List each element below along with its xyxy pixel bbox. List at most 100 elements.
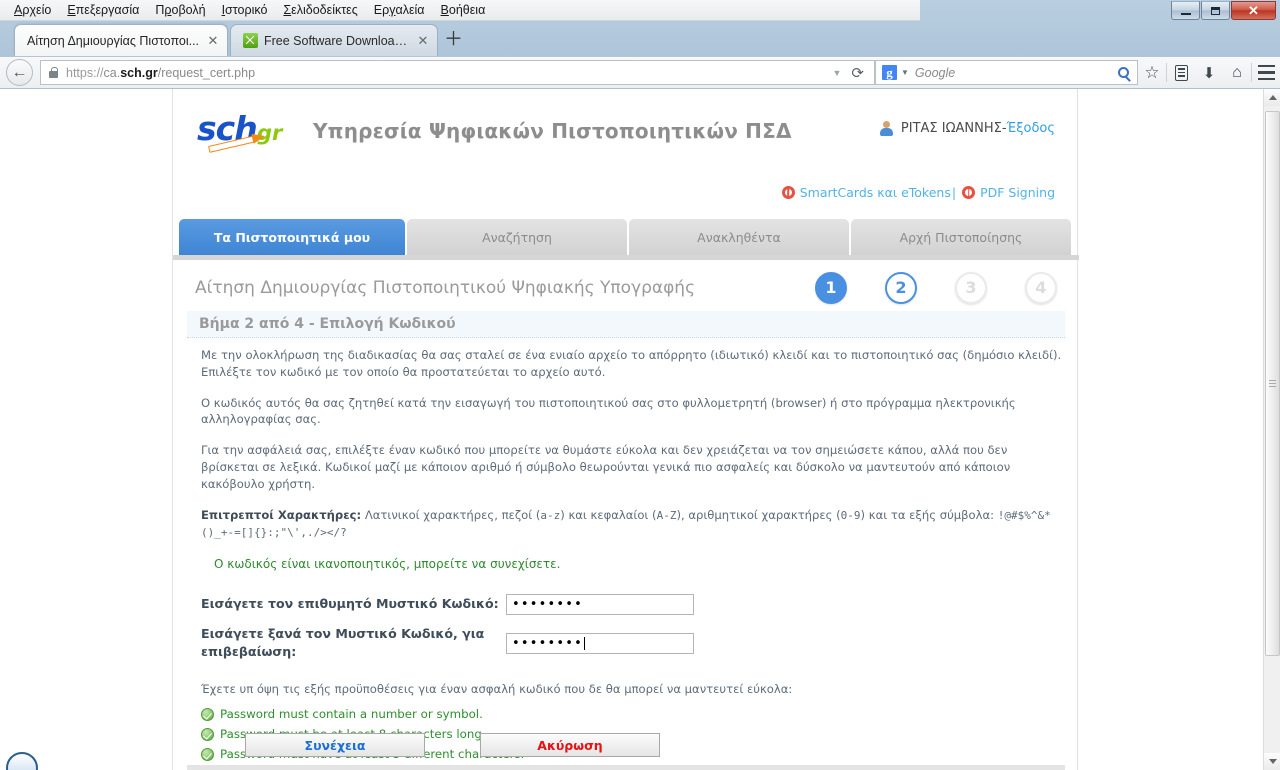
tab-label: Ανακληθέντα xyxy=(697,229,781,245)
chevron-down-icon[interactable]: ▼ xyxy=(901,68,909,77)
menu-item-file[interactable]: Αρχείο xyxy=(6,1,59,19)
tab-label: Αναζήτηση xyxy=(482,229,552,245)
address-bar[interactable]: https://ca.sch.gr/request_cert.php ▼ ⟳ xyxy=(40,60,875,85)
tab-search[interactable]: Αναζήτηση xyxy=(406,219,627,255)
password-row: Εισάγετε τον επιθυμητό Μυστικό Κωδικό: •… xyxy=(201,593,1063,615)
avatar xyxy=(879,121,894,136)
tab-close-icon[interactable]: ✕ xyxy=(415,33,431,49)
menu-item-help[interactable]: Βοήθεια xyxy=(433,1,494,19)
menu-item-tools[interactable]: Εργαλεία xyxy=(366,1,433,19)
search-icon[interactable] xyxy=(1118,67,1129,78)
browser-tab-active[interactable]: Αίτηση Δημιουργίας Πιστοποι... ✕ xyxy=(14,24,228,56)
window-controls: ✕ xyxy=(1170,1,1276,21)
back-button[interactable]: ← xyxy=(6,59,33,86)
footer-bar xyxy=(187,765,1065,770)
tab-strip: Αίτηση Δημιουργίας Πιστοποι... ✕ Free So… xyxy=(0,21,1280,56)
home-icon: ⌂ xyxy=(1232,63,1242,81)
triangle-up-icon xyxy=(1268,95,1277,100)
step-number: 1 xyxy=(825,278,837,297)
continue-button[interactable]: Συνέχεια xyxy=(245,733,425,757)
password-confirm-row: Εισάγετε ξανά τον Μυστικό Κωδικό, για επ… xyxy=(201,625,1063,662)
minimize-icon xyxy=(1180,12,1191,15)
grip-icon xyxy=(1269,378,1276,389)
step-1[interactable]: 1 xyxy=(815,271,847,304)
allowed-range-lower: a-z xyxy=(540,508,561,522)
section-tabs: Τα Πιστοποιητικά μου Αναζήτηση Ανακληθέν… xyxy=(179,219,1073,255)
check-circle-icon xyxy=(201,708,214,722)
step-number: 4 xyxy=(1035,278,1047,297)
password-label: Εισάγετε τον επιθυμητό Μυστικό Κωδικό: xyxy=(201,596,499,612)
text-caret xyxy=(583,636,585,650)
smartcards-link[interactable]: SmartCards και eTokens xyxy=(800,185,951,200)
password-confirm-input[interactable]: •••••••• xyxy=(506,632,694,654)
step-4[interactable]: 4 xyxy=(1025,271,1057,304)
menu-button[interactable] xyxy=(1252,59,1280,87)
scroll-down-button[interactable] xyxy=(1264,753,1280,770)
logout-link[interactable]: Έξοδος xyxy=(1007,121,1055,136)
maximize-icon xyxy=(1211,6,1220,15)
browser-window: Αρχείο Επεξεργασία Προβολή Ιστορικό Σελι… xyxy=(0,0,1280,770)
scroll-up-button[interactable] xyxy=(1264,89,1280,106)
downloads-button[interactable]: ⬇ xyxy=(1195,59,1223,87)
user-name: ΡΙΤΑΣ ΙΩΑΝΝΗΣ xyxy=(900,121,1002,136)
paragraph-usage: Ο κωδικός αυτός θα σας ζητηθεί κατά την … xyxy=(201,395,1016,427)
browser-tab-title: Free Software Downloads a... xyxy=(264,33,411,48)
browser-tab-title: Αίτηση Δημιουργίας Πιστοποι... xyxy=(27,33,200,48)
navigation-toolbar: ← https://ca.sch.gr/request_cert.php ▼ ⟳… xyxy=(0,56,1280,89)
tab-revoked[interactable]: Ανακληθέντα xyxy=(628,219,849,255)
tab-label: Αρχή Πιστοποίησης xyxy=(899,229,1023,245)
allowed-text: ), αριθμητικοί χαρακτήρες ( xyxy=(676,507,841,522)
url-text: https://ca.sch.gr/request_cert.php xyxy=(66,65,256,80)
password-value: •••••••• xyxy=(512,596,583,612)
paragraph-intro: Με την ολοκλήρωση της διαδικασίας θα σας… xyxy=(201,348,1062,379)
step-3[interactable]: 3 xyxy=(955,271,987,304)
bookmark-star-button[interactable]: ☆ xyxy=(1138,59,1166,87)
step-2[interactable]: 2 xyxy=(885,271,917,304)
menu-item-edit[interactable]: Επεξεργασία xyxy=(59,1,147,19)
browser-tab-inactive[interactable]: Free Software Downloads a... ✕ xyxy=(230,24,438,56)
step-indicator: 1 2 3 4 xyxy=(777,271,1057,304)
page-scrollbar[interactable] xyxy=(1263,89,1280,770)
minimize-button[interactable] xyxy=(1171,1,1200,20)
menu-item-view[interactable]: Προβολή xyxy=(147,1,213,19)
home-button[interactable]: ⌂ xyxy=(1223,59,1251,87)
menu-item-history[interactable]: Ιστορικό xyxy=(214,1,276,19)
lock-icon xyxy=(49,66,58,78)
reading-list-icon xyxy=(1174,64,1188,81)
sch-gr-logo-icon[interactable]: sch gr xyxy=(195,107,299,155)
password-ok-message: Ο κωδικός είναι ικανοποιητικός, μπορείτε… xyxy=(214,557,561,572)
close-window-button[interactable]: ✕ xyxy=(1231,1,1276,20)
password-input[interactable]: •••••••• xyxy=(506,593,694,615)
password-confirm-value: •••••••• xyxy=(512,635,583,651)
paragraph-advice: Για την ασφάλειά σας, επιλέξτε έναν κωδι… xyxy=(201,443,1011,491)
favicon-icon xyxy=(243,33,258,48)
pdf-signing-link[interactable]: PDF Signing xyxy=(980,185,1055,200)
allowed-range-digits: 0-9 xyxy=(840,508,861,522)
menu-item-bookmarks[interactable]: Σελιδοδείκτες xyxy=(275,1,365,19)
search-engine-label: Google xyxy=(914,65,956,80)
menu-bar: Αρχείο Επεξεργασία Προβολή Ιστορικό Σελι… xyxy=(0,0,920,21)
utility-links: SmartCards και eTokens | PDF Signing xyxy=(781,185,1055,200)
scrollbar-thumb[interactable] xyxy=(1265,111,1280,656)
new-tab-button[interactable]: ＋ xyxy=(444,30,463,50)
tab-close-icon[interactable]: ✕ xyxy=(205,33,221,49)
step-banner: Βήμα 2 από 4 - Επιλογή Κωδικού xyxy=(187,311,1065,338)
chevron-down-icon[interactable]: ▼ xyxy=(833,68,842,78)
allowed-text: Λατινικοί χαρακτήρες, πεζοί ( xyxy=(361,507,541,522)
page-viewport: sch gr Υπηρεσία Ψηφιακών Πιστοποιητικών … xyxy=(0,89,1280,770)
reload-icon[interactable]: ⟳ xyxy=(851,64,864,82)
tab-certificate-authority[interactable]: Αρχή Πιστοποίησης xyxy=(850,219,1071,255)
search-bar[interactable]: g ▼ Google xyxy=(875,60,1138,85)
allowed-range-upper: A-Z xyxy=(656,508,677,522)
reading-list-button[interactable] xyxy=(1167,59,1195,87)
google-icon: g xyxy=(882,65,897,80)
tab-my-certificates[interactable]: Τα Πιστοποιητικά μου xyxy=(179,219,405,255)
user-info: ΡΙΤΑΣ ΙΩΑΝΝΗΣ - Έξοδος xyxy=(879,121,1055,136)
allowed-text: ) και κεφαλαίοι ( xyxy=(560,507,657,522)
page-body: Με την ολοκλήρωση της διαδικασίας θα σας… xyxy=(201,347,1063,770)
lifering-icon xyxy=(781,186,795,199)
cancel-button[interactable]: Ακύρωση xyxy=(480,733,660,757)
hamburger-menu-icon xyxy=(1257,63,1275,82)
site-header: sch gr Υπηρεσία Ψηφιακών Πιστοποιητικών … xyxy=(173,89,1077,175)
maximize-button[interactable] xyxy=(1201,1,1230,20)
